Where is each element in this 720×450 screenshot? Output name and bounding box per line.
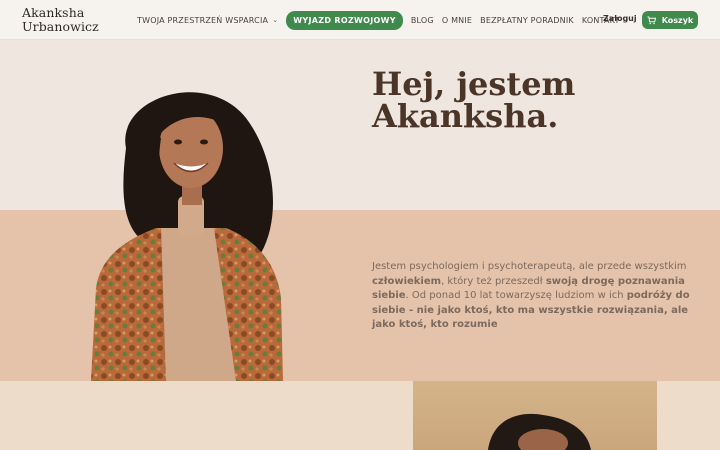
menu-item-blog[interactable]: BLOG: [411, 16, 434, 25]
intro-bold: człowiekiem: [372, 275, 442, 287]
menu-item-about[interactable]: O MNIE: [442, 16, 472, 25]
logo-line-1: Akanksha: [22, 5, 85, 20]
second-section-photo: [413, 381, 657, 450]
photo-figure: [488, 413, 591, 450]
intro-part: , który też przeszedł: [441, 275, 546, 287]
menu-item-label: O MNIE: [441, 15, 473, 25]
site-logo[interactable]: Akanksha Urbanowicz: [22, 6, 99, 34]
hero-heading-line-2: Akanksha.: [372, 97, 559, 135]
menu-item-label: BEZPŁATNY PORADNIK: [480, 15, 574, 25]
menu-item-label: BLOG: [410, 15, 434, 25]
hero-intro-text: Jestem psychologiem i psychoterapeutą, a…: [372, 260, 702, 333]
cart-icon: [647, 15, 656, 24]
menu-item-label: WYJAZD ROZWOJOWY: [293, 15, 396, 25]
menu-item-label: TWOJA PRZESTRZEŃ WSPARCIA: [137, 15, 269, 25]
menu-item-free-guide[interactable]: BEZPŁATNY PORADNIK: [480, 16, 574, 25]
top-navigation: Akanksha Urbanowicz TWOJA PRZESTRZEŃ WSP…: [0, 0, 720, 40]
main-menu: TWOJA PRZESTRZEŃ WSPARCIA ⌄ WYJAZD ROZWO…: [137, 0, 628, 40]
portrait-photo: [91, 92, 283, 381]
logo-line-2: Urbanowicz: [22, 19, 99, 34]
cart-button[interactable]: Koszyk: [642, 11, 698, 29]
hero-heading-line-1: Hej, jestem: [372, 65, 576, 103]
login-link[interactable]: Zaloguj: [603, 14, 637, 23]
menu-item-retreat[interactable]: WYJAZD ROZWOJOWY: [286, 10, 403, 30]
intro-part: . Od ponad 10 lat towarzyszę ludziom w i…: [405, 290, 627, 301]
cart-label: Koszyk: [661, 15, 694, 25]
chevron-down-icon: ⌄: [272, 16, 279, 24]
hero-heading: Hej, jestem Akanksha.: [372, 68, 692, 132]
intro-part: Jestem psychologiem i psychoterapeutą, a…: [372, 261, 687, 272]
menu-item-support-space[interactable]: TWOJA PRZESTRZEŃ WSPARCIA ⌄: [137, 16, 278, 25]
